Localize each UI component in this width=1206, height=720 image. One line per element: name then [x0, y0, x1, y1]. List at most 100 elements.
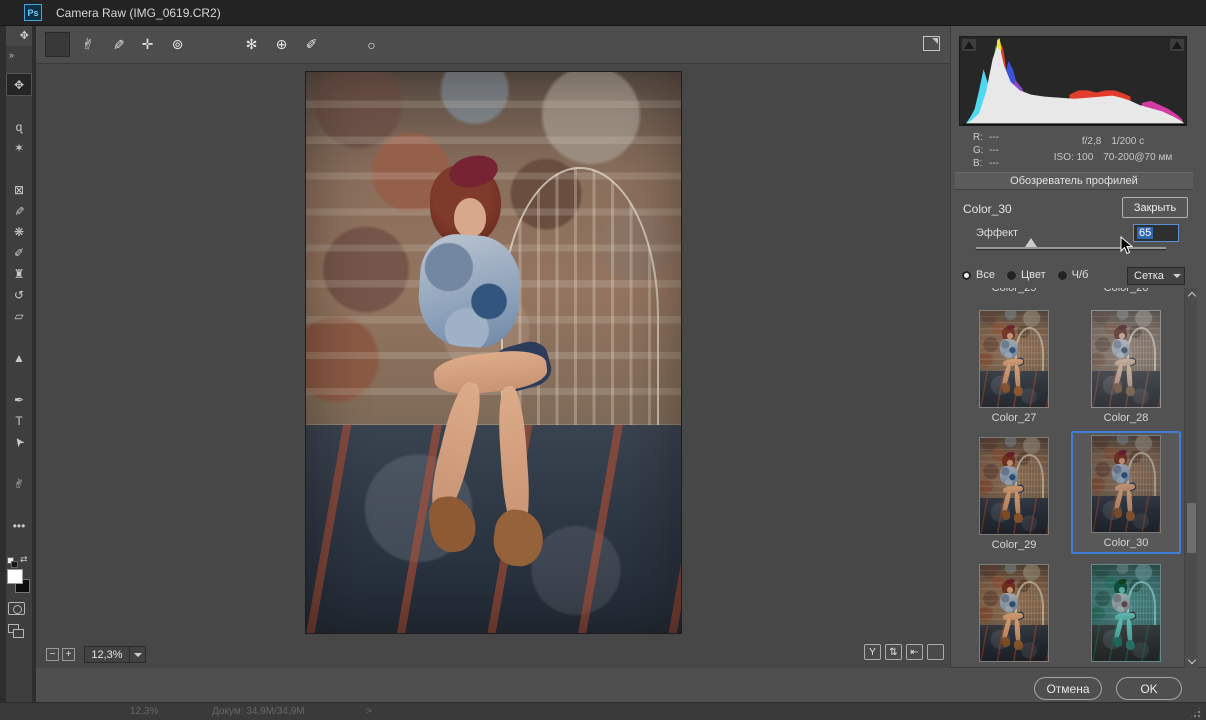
tool-radial-filter[interactable]: ○: [360, 33, 383, 56]
highlight-clipping-toggle[interactable]: [1170, 39, 1184, 51]
wire-chair: [501, 167, 659, 560]
tool-eraser[interactable]: ▱: [7, 305, 31, 326]
tool-zoom[interactable]: [7, 494, 31, 515]
tool-dodge[interactable]: [7, 368, 31, 389]
model-leg: [425, 379, 487, 517]
tool-move[interactable]: ✥: [7, 74, 31, 95]
expand-toolbar-button[interactable]: »: [9, 50, 13, 60]
tool-red-eye[interactable]: ⊕: [270, 33, 293, 56]
tool-targeted-adjustment[interactable]: ⊚: [166, 33, 189, 56]
tool-blur[interactable]: ▲: [7, 347, 31, 368]
tool-adjustment-brush[interactable]: ✐: [300, 33, 323, 56]
tool-zoom[interactable]: [46, 33, 69, 56]
model-beret: [446, 151, 500, 191]
magic-wand-icon: ✶: [14, 142, 24, 154]
window-title: Camera Raw (IMG_0619.CR2): [56, 6, 221, 20]
tool-clone-stamp[interactable]: ♜: [7, 263, 31, 284]
filter-radio-Цвет[interactable]: Цвет: [1006, 269, 1046, 281]
profile-thumb-6[interactable]: [959, 558, 1069, 664]
default-colors-icon-bg: [11, 561, 18, 568]
dialog-footer: Отмена OK: [36, 668, 1206, 702]
tool-path-selection[interactable]: ➤: [7, 431, 31, 452]
scroll-down-arrow[interactable]: [1185, 654, 1198, 666]
move-panel-icon: ✥: [20, 30, 29, 42]
filter-radio-Все[interactable]: Все: [961, 269, 995, 281]
tool-spot-removal[interactable]: ✻: [240, 33, 263, 56]
quick-mask-button[interactable]: [8, 602, 25, 615]
effect-slider-label: Эффект: [976, 227, 1018, 239]
profile-thumb-7[interactable]: [1071, 558, 1181, 664]
model-leg: [432, 347, 548, 398]
tool-preview-mode-y[interactable]: Y: [864, 644, 881, 660]
r-value: ---: [989, 131, 1017, 144]
tool-crop[interactable]: [7, 158, 31, 179]
status-chevron: >: [366, 706, 372, 717]
tool-gradient[interactable]: [7, 326, 31, 347]
tool-more-options[interactable]: •••: [7, 515, 31, 536]
tool-rectangular-marquee[interactable]: [7, 95, 31, 116]
tool-slice[interactable]: ⊠: [7, 179, 31, 200]
scrollbar-thumb[interactable]: [1187, 503, 1196, 553]
profile-label: Color_25: [992, 288, 1037, 295]
tool-eyedropper[interactable]: ✎: [7, 200, 31, 221]
tool-transform[interactable]: [210, 33, 233, 56]
tool-healing-brush[interactable]: ❋: [7, 221, 31, 242]
tool-white-balance[interactable]: ✎: [106, 33, 129, 56]
swap-colors-icon[interactable]: ⇄: [20, 554, 28, 565]
tool-type[interactable]: T: [7, 410, 31, 431]
tool-shape[interactable]: [7, 452, 31, 473]
tool-pen[interactable]: ✒: [7, 389, 31, 410]
profile-label: Color_27: [992, 412, 1037, 425]
effect-value-input[interactable]: 65: [1133, 224, 1179, 242]
profile-thumbnail: [1091, 435, 1161, 533]
photoshop-status-bar: 12,3% Докум: 34,9М/34,9М >: [0, 702, 1206, 720]
screen-mode-button-bg: [13, 629, 24, 638]
profile-Color_29[interactable]: Color_29: [959, 431, 1069, 554]
tool-preview-preferences[interactable]: [927, 644, 944, 660]
tool-lasso[interactable]: ɋ: [7, 116, 31, 137]
close-profile-browser-button[interactable]: Закрыть: [1122, 197, 1188, 218]
tool-hand[interactable]: ✌: [7, 473, 31, 494]
left-toolbar-tools: ✥ ɋ ✶ ⊠✎ ❋ ✐♜↺ ▱ ▲ ✒T➤ ✌ •••: [6, 74, 32, 536]
scroll-up-arrow[interactable]: [1185, 290, 1198, 302]
cancel-button[interactable]: Отмена: [1034, 677, 1102, 700]
profile-grid: Color_25 Color_26 Color_27 Color_28Color_29…: [957, 288, 1185, 668]
profile-label: Color_26: [1104, 288, 1149, 295]
tool-cycle-settings[interactable]: ⇅: [885, 644, 902, 660]
effect-slider-thumb[interactable]: [1025, 238, 1037, 247]
profile-Color_30[interactable]: Color_30: [1071, 431, 1181, 554]
ok-button[interactable]: OK: [1116, 677, 1182, 700]
profile-scrollbar[interactable]: [1184, 288, 1197, 668]
eraser-icon: ▱: [14, 310, 23, 322]
effect-value-text: 65: [1137, 227, 1153, 239]
profile-Color_28[interactable]: Color_28: [1071, 304, 1181, 427]
tool-history-brush[interactable]: ↺: [7, 284, 31, 305]
tool-magic-wand[interactable]: ✶: [7, 137, 31, 158]
tool-brush[interactable]: ✐: [7, 242, 31, 263]
profile-Color_25[interactable]: Color_25: [959, 288, 1069, 300]
tool-restore-settings[interactable]: ⇤: [906, 644, 923, 660]
radio-label: Все: [976, 269, 995, 281]
view-mode-dropdown[interactable]: Сетка: [1127, 267, 1185, 285]
effect-slider[interactable]: [976, 247, 1166, 249]
window-resize-grip[interactable]: [1189, 706, 1202, 719]
zoom-level-select[interactable]: 12,3%: [84, 646, 146, 663]
tool-hand[interactable]: ✌: [76, 33, 99, 56]
profile-Color_26[interactable]: Color_26: [1071, 288, 1181, 300]
fullscreen-toggle-button[interactable]: [923, 36, 940, 51]
model-shorts: [489, 338, 555, 396]
zoom-in-button[interactable]: +: [62, 648, 75, 661]
zoom-out-button[interactable]: −: [46, 648, 59, 661]
view-mode-value: Сетка: [1128, 270, 1169, 282]
spot-removal-icon: ✻: [246, 36, 258, 53]
tool-color-sampler[interactable]: ✛: [136, 33, 159, 56]
filter-radio-Ч/б[interactable]: Ч/б: [1057, 269, 1089, 281]
view-mode-caret: [1169, 274, 1184, 278]
shadow-clipping-toggle[interactable]: [962, 39, 976, 51]
white-balance-icon: ✎: [109, 39, 126, 51]
profile-Color_27[interactable]: Color_27: [959, 304, 1069, 427]
tool-rail-header[interactable]: ✥: [6, 26, 32, 46]
healing-brush-icon: ❋: [14, 226, 24, 238]
tool-graduated-filter[interactable]: [330, 33, 353, 56]
foreground-color-swatch[interactable]: [7, 569, 23, 584]
